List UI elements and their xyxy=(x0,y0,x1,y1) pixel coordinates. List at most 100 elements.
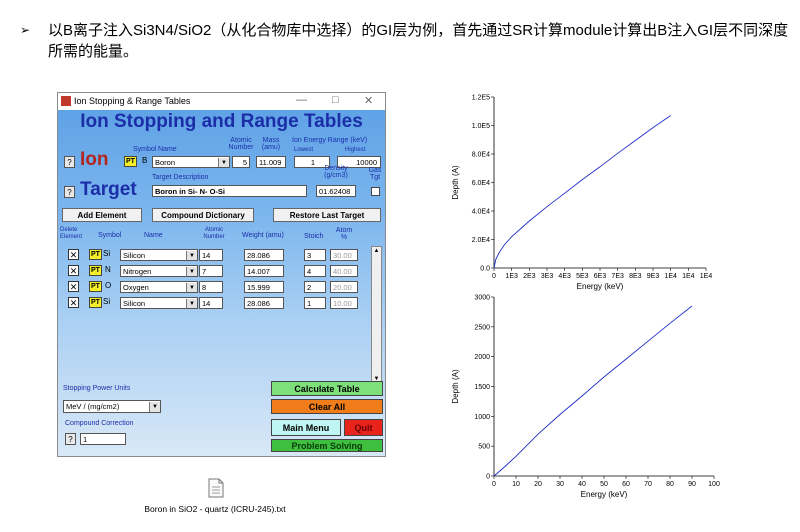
element-stoich-field[interactable]: 3 xyxy=(304,249,326,261)
element-name-value: Nitrogen xyxy=(123,267,152,276)
ion-mass-field[interactable]: 11.009 xyxy=(256,156,286,168)
element-list-scrollbar[interactable]: ▲ ▼ xyxy=(371,246,382,384)
target-help-button[interactable]: ? xyxy=(64,186,75,198)
element-atomic-field[interactable]: 14 xyxy=(199,297,223,309)
ion-periodic-table-button[interactable]: PT xyxy=(124,156,137,167)
gas-target-checkbox[interactable] xyxy=(371,187,380,196)
file-name-label: Boron in SiO2 - quartz (ICRU-245).txt xyxy=(144,504,286,514)
x-tick-label: 5E3 xyxy=(576,273,589,280)
chevron-down-icon: ▼ xyxy=(186,299,197,308)
element-atomic-field[interactable]: 8 xyxy=(199,281,223,293)
element-symbol: N xyxy=(105,265,111,274)
element-name-select[interactable]: Silicon ▼ xyxy=(120,249,198,261)
chevron-down-icon: ▼ xyxy=(186,283,197,292)
main-menu-button[interactable]: Main Menu xyxy=(271,419,341,436)
element-name-select[interactable]: Silicon ▼ xyxy=(120,297,198,309)
problem-solving-button[interactable]: Problem Solving xyxy=(271,439,383,452)
table-row: ✕ PT O Oxygen ▼ 8 15.999 2 20.00 xyxy=(58,280,370,294)
close-button[interactable]: ✕ xyxy=(364,94,373,107)
chevron-down-icon: ▼ xyxy=(218,158,229,167)
ion-help-button[interactable]: ? xyxy=(64,156,75,168)
x-tick-label: 90 xyxy=(688,481,696,488)
ion-energy-header: Ion Energy Range (keV) xyxy=(292,137,368,144)
element-stoich-field[interactable]: 4 xyxy=(304,265,326,277)
compound-dictionary-button[interactable]: Compound Dictionary xyxy=(152,208,254,222)
heading-text: 以B离子注入Si3N4/SiO2（从化合物库中选择）的GI层为例，首先通过SR计… xyxy=(48,22,789,60)
target-label: Target xyxy=(80,179,137,200)
depth-curve xyxy=(493,305,693,477)
element-stoich-field[interactable]: 1 xyxy=(304,297,326,309)
ion-symbol: B xyxy=(142,156,148,165)
periodic-table-button[interactable]: PT xyxy=(89,249,102,260)
x-tick-label: 1E4 xyxy=(664,273,677,280)
element-weight-field[interactable]: 28.086 xyxy=(244,297,284,309)
ion-atomic-field[interactable]: 5 xyxy=(232,156,250,168)
delete-element-button[interactable]: ✕ xyxy=(68,297,79,308)
depth-energy-chart-full-range: 0 1E3 2E3 3E3 4E3 5E3 6E3 7E3 8E3 9E3 1E4 1E4 1E4 0.0… xyxy=(451,95,713,292)
x-tick-label: 1E4 xyxy=(682,273,695,280)
x-tick-label: 3E3 xyxy=(541,273,554,280)
srim-window: Ion Stopping & Range Tables — □ ✕ Ion St… xyxy=(57,92,386,457)
y-tick-label: 2.0E4 xyxy=(472,237,490,244)
element-weight-field[interactable]: 28.086 xyxy=(244,249,284,261)
periodic-table-button[interactable]: PT xyxy=(89,281,102,292)
symbol-header: Symbol xyxy=(98,232,122,239)
periodic-table-button[interactable]: PT xyxy=(89,265,102,276)
target-gas-header: Gas Tgt xyxy=(368,167,382,181)
window-title: Ion Stopping & Range Tables xyxy=(74,96,191,106)
ion-mass-header: Mass (amu) xyxy=(261,137,281,151)
element-atomic-field[interactable]: 7 xyxy=(199,265,223,277)
target-density-field[interactable]: 01.62408 xyxy=(316,185,356,197)
periodic-table-button[interactable]: PT xyxy=(89,297,102,308)
clear-all-button[interactable]: Clear All xyxy=(271,399,383,414)
stopping-units-select[interactable]: MeV / (mg/cm2) ▼ xyxy=(63,400,161,413)
compound-correction-field[interactable]: 1 xyxy=(80,433,126,445)
element-table: ✕ PT Si Silicon ▼ 14 28.086 3 30.00 ✕ PT … xyxy=(58,248,370,318)
title-bar: Ion Stopping & Range Tables — □ ✕ xyxy=(58,93,385,110)
x-tick-label: 10 xyxy=(512,481,520,488)
x-tick-label: 1E3 xyxy=(505,273,518,280)
element-name-value: Oxygen xyxy=(123,283,149,292)
x-tick-label: 9E3 xyxy=(647,273,660,280)
ion-name-select[interactable]: Boron ▼ xyxy=(152,156,230,168)
element-name-select[interactable]: Nitrogen ▼ xyxy=(120,265,198,277)
y-tick-label: 500 xyxy=(478,444,490,451)
add-element-button[interactable]: Add Element xyxy=(62,208,142,222)
target-description-field[interactable]: Boron in Si- N- O-Si xyxy=(152,185,307,197)
ion-name-value: Boron xyxy=(155,158,176,167)
y-tick-label: 1500 xyxy=(474,384,490,391)
stopping-units-value: MeV / (mg/cm2) xyxy=(66,402,120,411)
element-name-select[interactable]: Oxygen ▼ xyxy=(120,281,198,293)
text-file-icon[interactable] xyxy=(208,478,224,498)
delete-element-button[interactable]: ✕ xyxy=(68,249,79,260)
chevron-down-icon: ▼ xyxy=(149,402,160,412)
y-tick-label: 6.0E4 xyxy=(472,180,490,187)
maximize-button[interactable]: □ xyxy=(332,94,339,106)
delete-element-button[interactable]: ✕ xyxy=(68,265,79,276)
element-weight-field[interactable]: 15.999 xyxy=(244,281,284,293)
x-tick-label: 100 xyxy=(708,481,720,488)
arrow-bullet-icon: ➢ xyxy=(20,23,31,37)
delete-element-button[interactable]: ✕ xyxy=(68,281,79,292)
app-icon xyxy=(61,96,71,106)
calculate-table-button[interactable]: Calculate Table xyxy=(271,381,383,396)
table-row: ✕ PT Si Silicon ▼ 14 28.086 3 30.00 xyxy=(58,248,370,262)
x-tick-label: 7E3 xyxy=(611,273,624,280)
x-tick-label: 80 xyxy=(666,481,674,488)
scroll-up-icon[interactable]: ▲ xyxy=(373,248,380,254)
x-tick-label: 1E4 xyxy=(700,273,713,280)
element-name-value: Silicon xyxy=(123,251,146,260)
restore-last-target-button[interactable]: Restore Last Target xyxy=(273,208,381,222)
element-atom-percent: 10.00 xyxy=(330,297,358,309)
chevron-down-icon: ▼ xyxy=(186,251,197,260)
quit-button[interactable]: Quit xyxy=(344,419,383,436)
element-stoich-field[interactable]: 2 xyxy=(304,281,326,293)
minimize-button[interactable]: — xyxy=(296,94,307,106)
x-tick-label: 20 xyxy=(534,481,542,488)
element-atom-percent: 30.00 xyxy=(330,249,358,261)
x-tick-label: 50 xyxy=(600,481,608,488)
compound-correction-help-button[interactable]: ? xyxy=(65,433,76,445)
element-atomic-field[interactable]: 14 xyxy=(199,249,223,261)
element-weight-field[interactable]: 14.007 xyxy=(244,265,284,277)
chart-axes xyxy=(491,96,707,271)
